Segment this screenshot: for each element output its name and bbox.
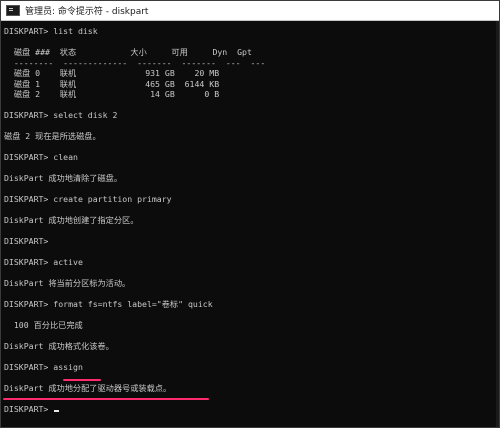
vertical-scrollbar[interactable] [496, 21, 499, 427]
console-output[interactable]: DISKPART> list disk 磁盘 ### 状态 大小 可用 Dyn … [4, 26, 499, 427]
console-line: DISKPART> create partition primary [4, 194, 172, 204]
console-icon [6, 5, 20, 16]
command-prompt-window[interactable]: 管理员: 命令提示符 - diskpart DISKPART> list dis… [0, 0, 500, 428]
console-line: DISKPART> list disk [4, 26, 98, 36]
text-cursor [54, 410, 60, 412]
window-title: 管理员: 命令提示符 - diskpart [25, 7, 149, 17]
disk-table-row: 磁盘 1 联机 465 GB 6144 KB [4, 78, 220, 89]
console-line: DISKPART> [4, 236, 49, 246]
disk-table-header: 磁盘 ### 状态 大小 可用 Dyn Gpt [4, 47, 252, 57]
console-line: DISKPART> clean [4, 152, 78, 162]
prompt-line[interactable]: DISKPART> [4, 404, 499, 415]
title-bar[interactable]: 管理员: 命令提示符 - diskpart [1, 1, 499, 21]
console-line: DiskPart 成功地清除了磁盘。 [4, 173, 123, 183]
console-line: DISKPART> active [4, 257, 83, 267]
console-line: DISKPART> format fs=ntfs label="卷标" quic… [4, 299, 213, 309]
disk-table-row: 磁盘 0 联机 931 GB 20 MB [4, 68, 220, 78]
console-line: 磁盘 2 现在是所选磁盘。 [4, 131, 101, 141]
assign-underline [63, 379, 101, 381]
console-line: DiskPart 将当前分区标为活动。 [4, 278, 131, 288]
console-line: DISKPART> select disk 2 [4, 110, 118, 120]
result-underline [3, 398, 209, 400]
disk-table-row: 磁盘 2 联机 14 GB 0 B [4, 89, 220, 99]
prompt-text: DISKPART> [4, 404, 54, 414]
disk-table-separator: -------- ------------- ------- ------- -… [4, 57, 266, 68]
assign-result-line: DiskPart 成功地分配了驱动器号或装载点。 [4, 383, 172, 393]
console-line: DiskPart 成功地创建了指定分区。 [4, 215, 139, 225]
console-line: 100 百分比已完成 [4, 320, 83, 330]
console-line: DiskPart 成功格式化该卷。 [4, 341, 114, 351]
assign-command-line: DISKPART> assign [4, 362, 83, 372]
